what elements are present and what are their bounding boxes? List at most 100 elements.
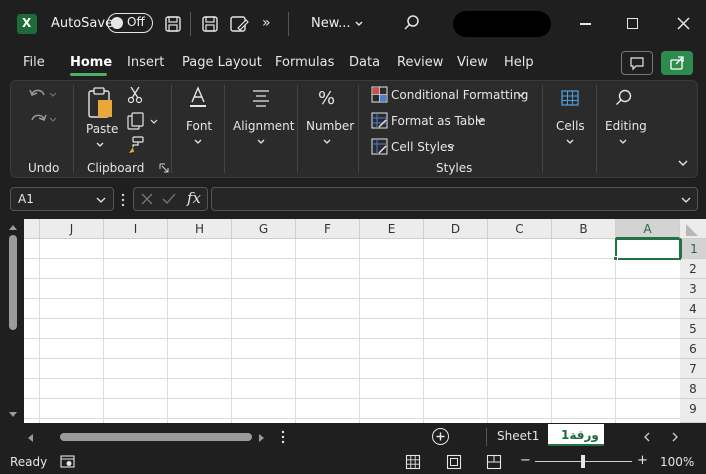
cut-icon[interactable] [127, 86, 143, 104]
editing-search-icon[interactable] [614, 88, 634, 108]
column-header-i[interactable]: I [104, 219, 168, 239]
search-icon[interactable] [403, 14, 421, 32]
zoom-in-button[interactable]: + [637, 453, 648, 468]
row-header-8[interactable]: 8 [680, 379, 706, 399]
more-commands-icon[interactable]: » [262, 15, 271, 31]
save-edit-icon[interactable] [229, 15, 249, 33]
undo-icon[interactable] [26, 86, 56, 104]
scroll-left-icon[interactable] [26, 433, 34, 443]
alignment-icon[interactable] [251, 88, 271, 108]
tab-page-layout[interactable]: Page Layout [182, 55, 262, 70]
maximize-icon[interactable] [627, 18, 638, 29]
number-dropdown-icon[interactable] [322, 138, 332, 146]
close-icon[interactable] [677, 17, 690, 30]
alignment-dropdown-icon[interactable] [256, 138, 266, 146]
font-icon[interactable] [188, 86, 208, 110]
tab-home[interactable]: Home [70, 55, 112, 70]
file-name[interactable]: New... [311, 16, 351, 31]
zoom-level[interactable]: 100% [660, 455, 694, 469]
tab-help[interactable]: Help [504, 55, 534, 70]
copy-icon[interactable] [126, 112, 160, 130]
paste-dropdown-icon[interactable] [95, 141, 105, 149]
vertical-scrollbar[interactable] [0, 219, 24, 423]
number-label[interactable]: Number [306, 119, 354, 133]
conditional-formatting-icon[interactable] [371, 86, 388, 103]
column-header-c[interactable]: C [488, 219, 552, 239]
previous-sheet-icon[interactable] [643, 432, 651, 442]
fill-handle[interactable] [613, 256, 618, 261]
name-box-dropdown-icon[interactable] [95, 196, 107, 204]
row-header-3[interactable]: 3 [680, 279, 706, 299]
row-header-7[interactable]: 7 [680, 359, 706, 379]
minimize-icon[interactable] [580, 23, 591, 25]
column-header-blank[interactable] [24, 219, 40, 239]
format-as-table-label[interactable]: Format as Table [391, 114, 486, 128]
tab-review[interactable]: Review [397, 55, 443, 70]
format-as-table-icon[interactable] [371, 112, 388, 129]
save-as-icon[interactable] [201, 15, 219, 33]
column-header-j[interactable]: J [40, 219, 104, 239]
cancel-entry-icon[interactable] [141, 193, 153, 205]
tab-data[interactable]: Data [349, 55, 380, 70]
clipboard-launcher-icon[interactable] [159, 163, 169, 173]
column-header-d[interactable]: D [424, 219, 488, 239]
scroll-right-icon[interactable] [258, 433, 266, 443]
tab-view[interactable]: View [457, 55, 488, 70]
conditional-formatting-dropdown-icon[interactable] [517, 92, 525, 98]
formula-input[interactable] [211, 187, 698, 211]
share-button[interactable] [661, 51, 693, 75]
conditional-formatting-label[interactable]: Conditional Formatting [391, 88, 528, 102]
editing-dropdown-icon[interactable] [618, 138, 628, 146]
macro-recording-icon[interactable] [60, 455, 76, 469]
zoom-slider[interactable] [535, 455, 632, 468]
cell-styles-label[interactable]: Cell Styles [391, 140, 454, 154]
row-header-2[interactable]: 2 [680, 259, 706, 279]
zoom-out-button[interactable]: − [520, 453, 531, 468]
row-header-4[interactable]: 4 [680, 299, 706, 319]
sheet-bar-options-icon[interactable] [281, 430, 285, 444]
column-header-f[interactable]: F [296, 219, 360, 239]
scroll-down-icon[interactable] [8, 411, 18, 419]
save-icon[interactable] [164, 15, 182, 33]
page-break-preview-icon[interactable] [486, 454, 502, 470]
file-name-dropdown-icon[interactable] [354, 20, 364, 28]
row-header-5[interactable]: 5 [680, 319, 706, 339]
expand-formula-bar-icon[interactable] [680, 196, 692, 204]
column-header-b[interactable]: B [552, 219, 616, 239]
active-cell-a1[interactable] [613, 238, 681, 261]
zoom-slider-thumb[interactable] [581, 455, 585, 468]
cell-styles-icon[interactable] [371, 138, 388, 155]
column-header-e[interactable]: E [360, 219, 424, 239]
add-sheet-icon[interactable] [432, 428, 449, 445]
format-as-table-dropdown-icon[interactable] [476, 118, 484, 124]
column-header-a[interactable]: A [616, 219, 680, 239]
tab-formulas[interactable]: Formulas [275, 55, 334, 70]
cells-label[interactable]: Cells [556, 119, 585, 133]
scroll-up-icon[interactable] [8, 223, 18, 231]
formula-bar-options-icon[interactable] [121, 193, 125, 207]
row-header-1[interactable]: 1 [680, 239, 706, 259]
format-painter-icon[interactable] [127, 136, 145, 154]
column-header-g[interactable]: G [232, 219, 296, 239]
vertical-scroll-thumb[interactable] [9, 235, 17, 330]
insert-function-button[interactable]: fx [187, 189, 201, 207]
confirm-entry-icon[interactable] [162, 193, 176, 205]
horizontal-scroll-thumb[interactable] [60, 433, 252, 441]
paste-icon[interactable] [86, 86, 116, 120]
horizontal-scrollbar[interactable] [20, 428, 270, 446]
autosave-toggle[interactable]: Off [107, 13, 153, 33]
row-header-9[interactable]: 9 [680, 399, 706, 423]
tab-insert[interactable]: Insert [127, 55, 164, 70]
paste-label[interactable]: Paste [86, 122, 118, 136]
comments-button[interactable] [621, 51, 653, 75]
select-all-corner[interactable] [680, 219, 706, 239]
sheet-tab-sheet1[interactable]: Sheet1 [497, 429, 539, 443]
sheet-tab-active[interactable]: ورقة1 [548, 424, 604, 446]
font-label[interactable]: Font [186, 119, 212, 133]
collapse-ribbon-icon[interactable] [677, 158, 689, 168]
worksheet-grid[interactable] [24, 219, 682, 423]
row-header-6[interactable]: 6 [680, 339, 706, 359]
editing-label[interactable]: Editing [605, 119, 647, 133]
cell-styles-dropdown-icon[interactable] [447, 144, 455, 150]
column-header-h[interactable]: H [168, 219, 232, 239]
